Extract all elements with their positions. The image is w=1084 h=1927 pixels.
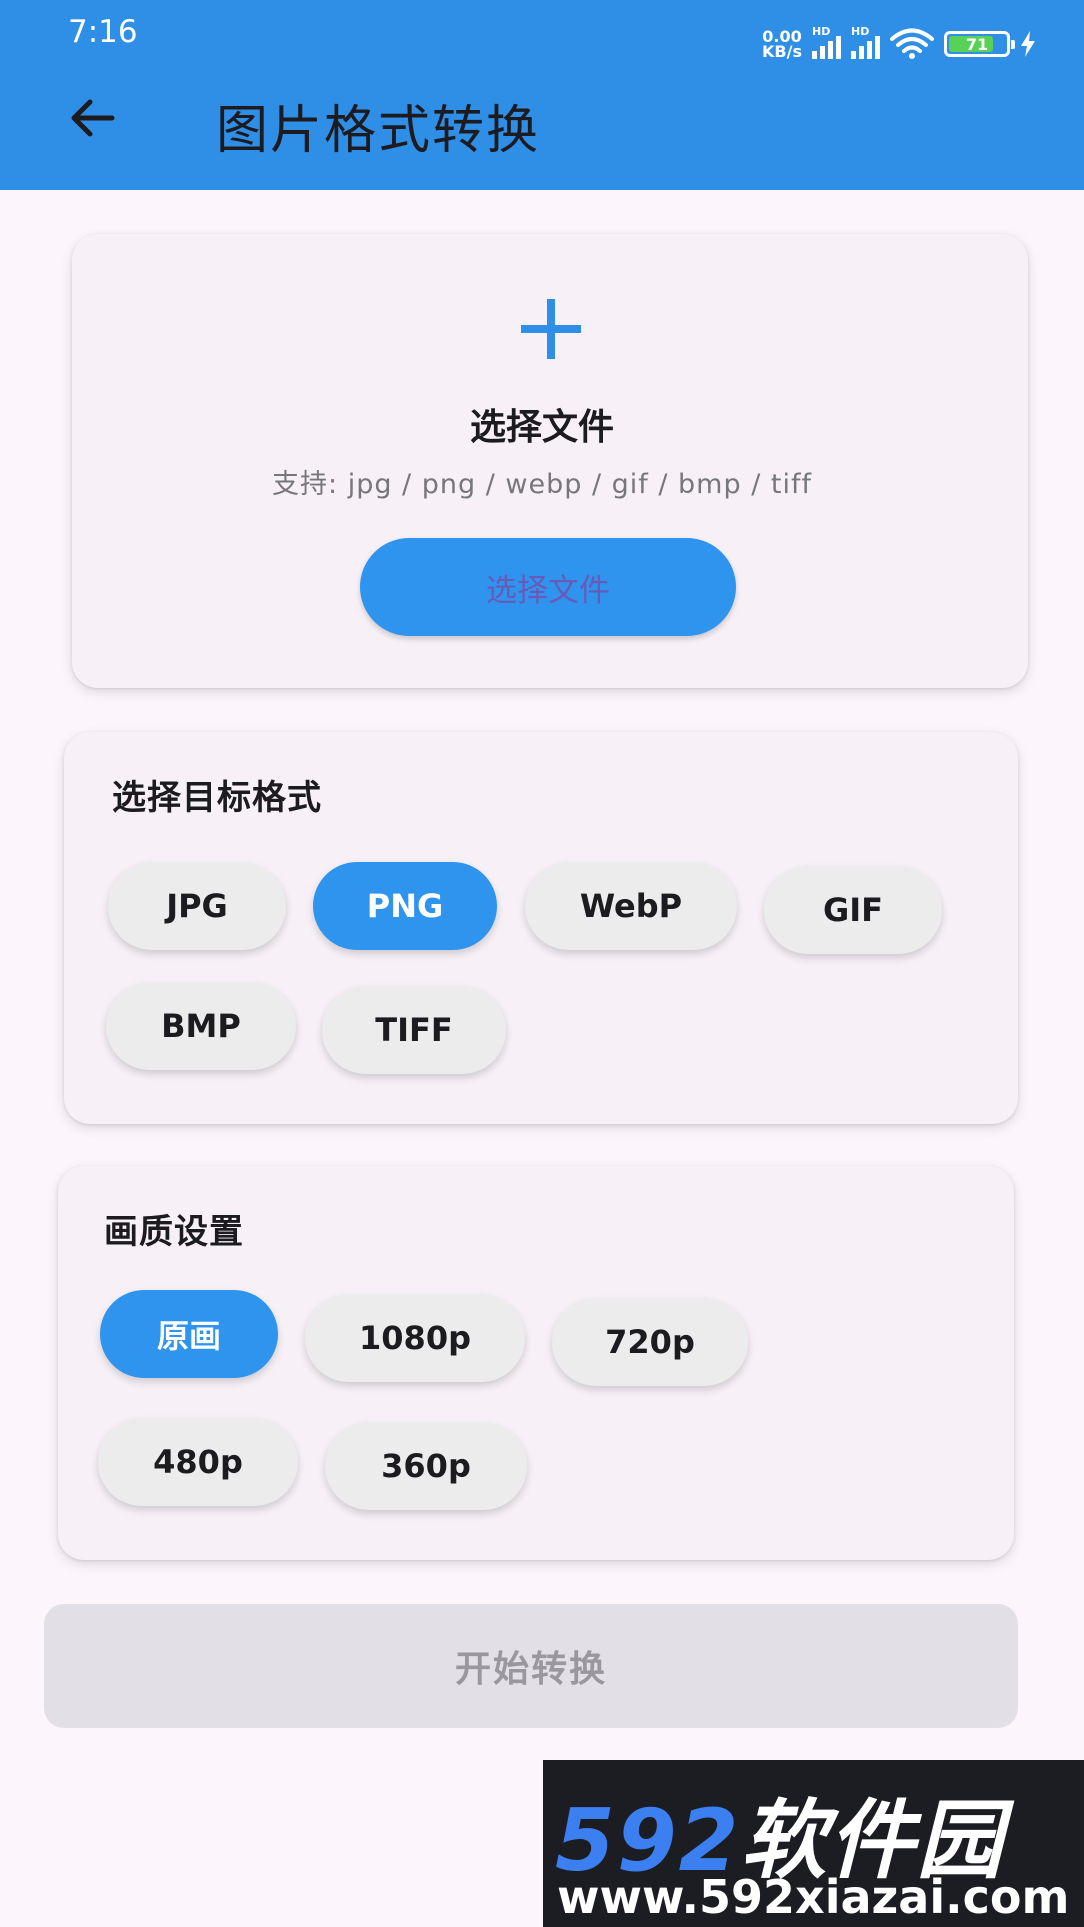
format-section-title: 选择目标格式 [112, 778, 322, 818]
start-convert-button[interactable]: 开始转换 [44, 1604, 1018, 1728]
battery-icon: 71 [944, 31, 1015, 57]
quality-chip-720p[interactable]: 720p [552, 1298, 748, 1386]
arrow-left-icon [71, 99, 115, 137]
supported-formats-text: 支持: jpg / png / webp / gif / bmp / tiff [272, 469, 812, 500]
quality-chip-480p[interactable]: 480p [98, 1418, 298, 1506]
select-file-button[interactable]: 选择文件 [360, 538, 736, 636]
quality-chip-360p[interactable]: 360p [325, 1422, 527, 1510]
quality-section-title: 画质设置 [104, 1212, 244, 1252]
net-speed: 0.00 KB/s [762, 29, 802, 61]
signal-icon-2: HD [851, 25, 880, 59]
format-chip-bmp[interactable]: BMP [106, 982, 296, 1070]
quality-chip-original[interactable]: 原画 [100, 1290, 278, 1378]
wifi-icon [890, 28, 934, 59]
format-chip-gif[interactable]: GIF [764, 866, 942, 954]
watermark-url: www.592xiazai.com [557, 1870, 1070, 1924]
back-button[interactable] [62, 92, 122, 144]
status-bar: 7:16 0.00 KB/s HD HD 71 [0, 0, 1084, 80]
format-chip-tiff[interactable]: TIFF [322, 986, 506, 1074]
format-chip-webp[interactable]: WebP [525, 862, 737, 950]
status-icons: 0.00 KB/s HD HD 71 [762, 24, 1036, 64]
watermark-logo: 592软件园 www.592xiazai.com [543, 1760, 1084, 1927]
file-picker-title: 选择文件 [469, 407, 614, 448]
quality-chip-1080p[interactable]: 1080p [305, 1294, 525, 1382]
format-chip-jpg[interactable]: JPG [108, 862, 286, 950]
signal-hd-label: HD [812, 25, 831, 38]
format-chip-png[interactable]: PNG [313, 862, 497, 950]
page-title: 图片格式转换 [216, 101, 541, 161]
status-time: 7:16 [68, 14, 138, 50]
signal-icon: HD [812, 25, 841, 59]
net-speed-unit: KB/s [762, 42, 802, 61]
plus-icon[interactable] [518, 296, 584, 362]
signal-hd-label-2: HD [851, 25, 870, 38]
battery-level: 71 [965, 34, 989, 54]
charging-icon [1021, 31, 1035, 57]
